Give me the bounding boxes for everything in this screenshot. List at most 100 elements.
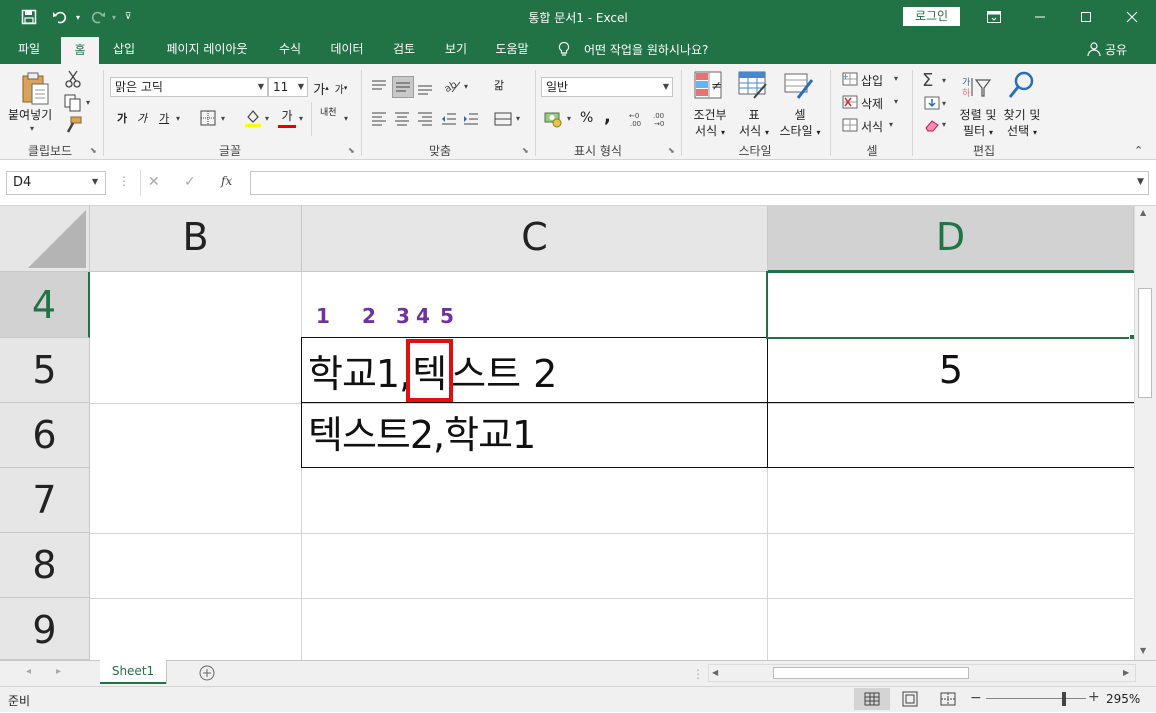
merge-center-icon[interactable] <box>494 110 512 128</box>
comma-style-button[interactable]: , <box>604 106 611 127</box>
fill-color-icon[interactable] <box>244 108 262 128</box>
copy-icon[interactable] <box>64 94 82 112</box>
find-select-label-2[interactable]: 선택 ▾ <box>1000 122 1044 139</box>
vertical-scrollbar[interactable]: ▲ ▼ <box>1134 206 1156 660</box>
undo-dropdown-icon[interactable]: ▾ <box>72 0 84 34</box>
cell-c5[interactable]: 학교1, 텍 스트 2 <box>308 338 557 402</box>
tab-help[interactable]: 도움말 <box>486 34 538 64</box>
borders-dropdown-icon[interactable]: ▾ <box>221 114 225 123</box>
insert-cells-button[interactable]: 삽입 <box>861 72 883 89</box>
font-size-combo[interactable]: 11 ▼ <box>268 77 308 97</box>
format-cells-icon[interactable] <box>842 118 858 132</box>
find-select-icon[interactable] <box>1006 70 1036 100</box>
zoom-out-icon[interactable]: − <box>970 690 982 706</box>
wrap-text-button[interactable]: 갊 <box>494 77 504 93</box>
scroll-left-icon[interactable]: ◀ <box>712 668 718 677</box>
underline-dropdown-icon[interactable]: ▾ <box>176 114 180 123</box>
maximize-icon[interactable] <box>1063 0 1109 34</box>
vertical-scroll-thumb[interactable] <box>1138 288 1152 398</box>
row-header-5[interactable]: 5 <box>0 338 90 403</box>
tab-file[interactable]: 파일 <box>8 34 50 64</box>
percent-style-button[interactable]: % <box>580 110 593 126</box>
clear-icon[interactable] <box>924 118 940 132</box>
tab-page-layout[interactable]: 페이지 레이아웃 <box>154 34 260 64</box>
fill-dropdown-icon[interactable]: ▾ <box>942 99 946 108</box>
cell-d5[interactable]: 5 <box>768 344 1134 396</box>
row-header-9[interactable]: 9 <box>0 598 90 660</box>
tab-formulas[interactable]: 수식 <box>270 34 310 64</box>
format-dropdown-icon[interactable]: ▾ <box>889 120 893 129</box>
page-layout-view-button[interactable] <box>894 688 926 710</box>
next-sheet-icon[interactable]: ▸ <box>56 666 61 677</box>
format-as-table-icon[interactable] <box>738 70 768 100</box>
redo-dropdown-icon[interactable]: ▾ <box>108 0 120 34</box>
conditional-formatting-icon[interactable]: ≠ <box>694 70 724 100</box>
format-painter-icon[interactable] <box>64 116 82 134</box>
column-header-d[interactable]: D <box>768 206 1134 272</box>
increase-decimal-icon[interactable]: ←0.00 <box>628 110 648 128</box>
paste-icon[interactable] <box>20 72 50 106</box>
insert-function-button[interactable]: fx <box>221 174 232 188</box>
share-button[interactable]: 공유 <box>1105 41 1127 58</box>
bold-button[interactable]: 가 <box>114 108 130 128</box>
number-format-combo[interactable]: 일반 ▼ <box>541 77 673 97</box>
underline-button[interactable]: 가 <box>156 108 172 128</box>
conditional-formatting-label-2[interactable]: 서식 ▾ <box>690 122 730 139</box>
tab-data[interactable]: 데이터 <box>322 34 372 64</box>
fill-icon[interactable] <box>924 96 940 110</box>
row-header-4[interactable]: 4 <box>0 272 90 338</box>
align-center-icon[interactable] <box>393 110 411 128</box>
hscroll-split-icon[interactable]: ⋮ <box>692 667 704 681</box>
accounting-dropdown-icon[interactable]: ▾ <box>567 114 571 123</box>
number-launcher-icon[interactable]: ⬊ <box>668 146 675 155</box>
active-cell-d4[interactable] <box>766 271 1134 339</box>
insert-dropdown-icon[interactable]: ▾ <box>894 74 898 83</box>
accounting-format-icon[interactable] <box>544 110 564 128</box>
login-button[interactable]: 로그인 <box>903 7 960 26</box>
increase-indent-icon[interactable] <box>462 110 480 128</box>
paste-dropdown-icon[interactable]: ▾ <box>30 124 34 133</box>
decrease-font-size-button[interactable]: 가 ▾ <box>332 78 350 98</box>
align-middle-icon[interactable] <box>392 76 414 98</box>
scroll-up-icon[interactable]: ▲ <box>1140 208 1146 217</box>
expand-formula-bar-icon[interactable]: ▼ <box>1137 177 1144 187</box>
orientation-dropdown-icon[interactable]: ▾ <box>464 82 468 91</box>
tab-home[interactable]: 홈 <box>61 37 99 64</box>
name-box-dropdown-icon[interactable]: ▼ <box>92 177 98 186</box>
format-as-table-label-1[interactable]: 표 <box>734 106 774 123</box>
clear-dropdown-icon[interactable]: ▾ <box>942 120 946 129</box>
align-left-icon[interactable] <box>370 110 388 128</box>
merge-dropdown-icon[interactable]: ▾ <box>516 114 520 123</box>
add-sheet-icon[interactable] <box>198 664 216 682</box>
cell-c6[interactable]: 텍스트2,학교1 <box>308 409 536 461</box>
conditional-formatting-label-1[interactable]: 조건부 <box>690 106 730 123</box>
sort-filter-label-2[interactable]: 필터 ▾ <box>956 122 1000 139</box>
tab-review[interactable]: 검토 <box>384 34 424 64</box>
minimize-icon[interactable] <box>1017 0 1063 34</box>
scroll-down-icon[interactable]: ▼ <box>1140 646 1146 655</box>
tell-me-search[interactable]: 어떤 작업을 원하시나요? <box>584 41 708 58</box>
format-cells-button[interactable]: 서식 <box>861 118 883 135</box>
decrease-decimal-icon[interactable]: .00 →0 <box>652 110 672 128</box>
row-header-6[interactable]: 6 <box>0 403 90 468</box>
tab-insert[interactable]: 삽입 <box>104 34 144 64</box>
page-break-view-button[interactable] <box>932 688 964 710</box>
cell-styles-icon[interactable] <box>784 70 814 100</box>
borders-icon[interactable] <box>200 110 216 126</box>
delete-cells-icon[interactable] <box>842 95 858 109</box>
delete-cells-button[interactable]: 삭제 <box>861 95 883 112</box>
close-icon[interactable] <box>1109 0 1155 34</box>
zoom-level[interactable]: 295% <box>1106 692 1140 706</box>
alignment-launcher-icon[interactable]: ⬊ <box>522 146 529 155</box>
zoom-slider-track[interactable] <box>986 698 1086 699</box>
paste-button[interactable]: 붙여넣기 <box>8 106 52 123</box>
zoom-slider-thumb[interactable] <box>1062 692 1066 706</box>
sort-filter-icon[interactable]: 가하 <box>962 74 992 100</box>
tab-view[interactable]: 보기 <box>436 34 476 64</box>
delete-dropdown-icon[interactable]: ▾ <box>894 97 898 106</box>
autosum-icon[interactable]: Σ <box>922 70 933 91</box>
font-color-button[interactable]: 가 <box>278 107 296 129</box>
cell-styles-label-1[interactable]: 셀 <box>780 106 820 123</box>
decrease-indent-icon[interactable] <box>440 110 458 128</box>
italic-button[interactable]: 가 <box>134 108 150 128</box>
